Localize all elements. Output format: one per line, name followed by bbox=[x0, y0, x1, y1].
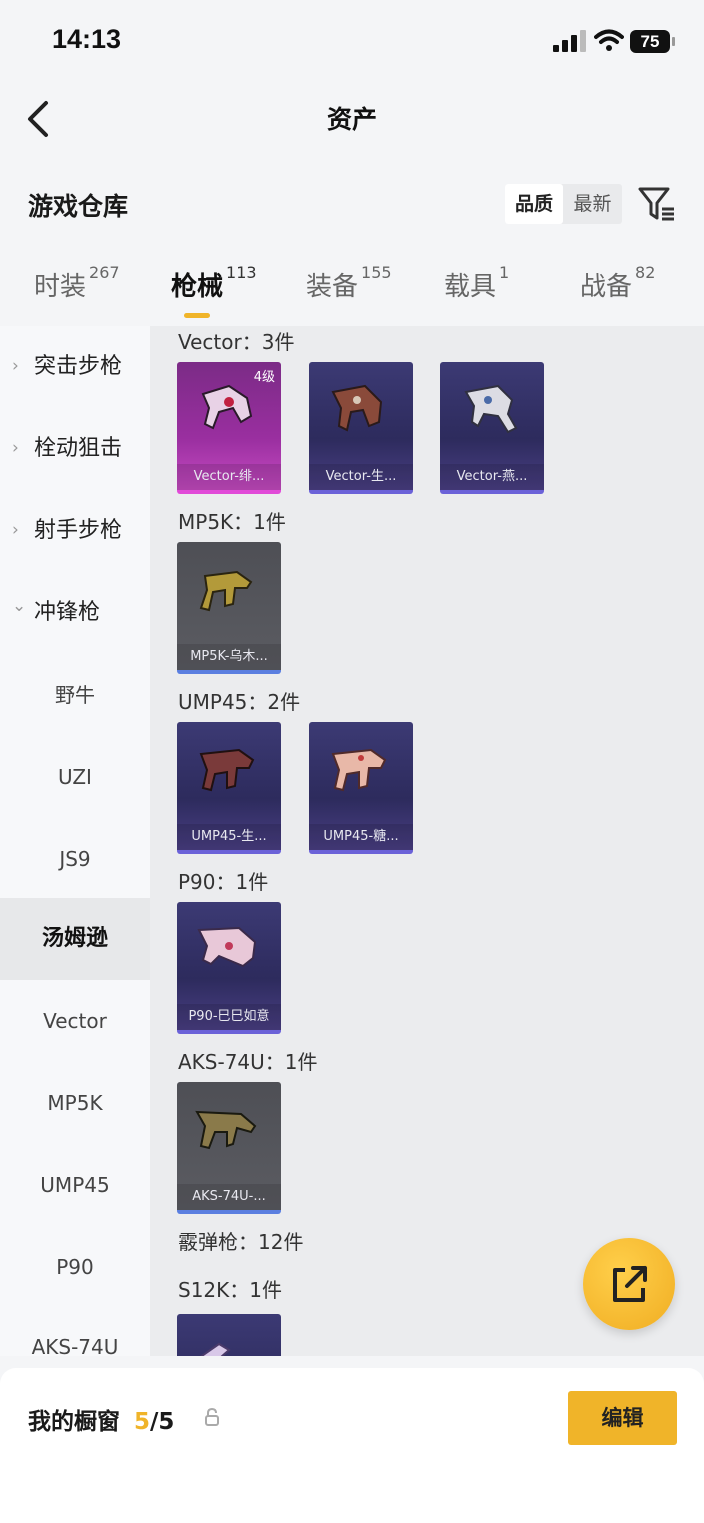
sidebar-subitem-selected[interactable]: 汤姆逊 bbox=[0, 898, 150, 980]
item-card[interactable]: P90-巳巳如意 bbox=[177, 902, 281, 1034]
sidebar-subitem[interactable]: AKS-74U bbox=[0, 1306, 150, 1356]
battery-level: 75 bbox=[640, 32, 660, 51]
sidebar-subitem[interactable]: Vector bbox=[0, 980, 150, 1062]
sort-latest-button[interactable]: 最新 bbox=[563, 184, 622, 224]
item-card[interactable]: UMP45-生... bbox=[177, 722, 281, 854]
smg-skin-icon bbox=[199, 570, 253, 612]
sidebar-subitem[interactable]: JS9 bbox=[0, 818, 150, 900]
item-name: P90-巳巳如意 bbox=[177, 1004, 281, 1030]
tab-count: 113 bbox=[226, 263, 257, 282]
share-icon bbox=[613, 1266, 647, 1302]
tab-count: 267 bbox=[89, 263, 120, 282]
share-button[interactable] bbox=[583, 1238, 675, 1330]
item-card[interactable]: 4级 Vector-绯... bbox=[177, 362, 281, 494]
sidebar-subitem[interactable]: UMP45 bbox=[0, 1144, 150, 1226]
chevron-right-icon: › bbox=[12, 438, 19, 458]
tab-count: 155 bbox=[361, 263, 392, 282]
showcase-total: /5 bbox=[150, 1409, 175, 1435]
group-title: AKS-74U：1件 bbox=[178, 1050, 318, 1074]
sidebar-item-label: 射手步枪 bbox=[34, 518, 123, 543]
group-title: S12K：1件 bbox=[178, 1278, 282, 1302]
active-tab-indicator bbox=[184, 313, 210, 318]
smg-skin-icon bbox=[331, 384, 383, 432]
sidebar-subitem[interactable]: MP5K bbox=[0, 1062, 150, 1144]
lock-icon[interactable] bbox=[203, 1407, 221, 1427]
tab-count: 1 bbox=[499, 263, 510, 282]
tab-label: 载具 bbox=[444, 272, 497, 302]
sort-quality-button[interactable]: 品质 bbox=[505, 184, 563, 224]
tab-label: 时装 bbox=[34, 272, 87, 302]
smg-skin-icon bbox=[331, 748, 387, 792]
tab-vehicles[interactable]: 载具 1 bbox=[444, 263, 510, 303]
smg-skin-icon bbox=[197, 926, 257, 968]
tab-label: 枪械 bbox=[171, 272, 224, 302]
sidebar-item-marksman-rifle[interactable]: › 射手步枪 bbox=[0, 490, 150, 571]
sidebar-subitem[interactable]: UZI bbox=[0, 736, 150, 818]
tab-equipment[interactable]: 装备 155 bbox=[306, 263, 392, 303]
item-card[interactable]: Vector-燕... bbox=[440, 362, 544, 494]
status-time: 14:13 bbox=[52, 24, 122, 54]
section-title: 游戏仓库 bbox=[28, 192, 129, 221]
tab-count: 82 bbox=[635, 263, 656, 282]
showcase-title: 我的橱窗 bbox=[28, 1409, 120, 1435]
group-title: MP5K：1件 bbox=[178, 510, 286, 534]
showcase-count: 5 bbox=[134, 1409, 151, 1435]
sidebar-item-label: 突击步枪 bbox=[34, 354, 123, 379]
chevron-down-icon: ⌄ bbox=[12, 596, 27, 616]
item-name: UMP45-生... bbox=[177, 824, 281, 850]
item-name: Vector-燕... bbox=[440, 464, 544, 490]
sidebar-subitem[interactable]: P90 bbox=[0, 1226, 150, 1308]
item-name: UMP45-糖... bbox=[309, 824, 413, 850]
category-sidebar: › 突击步枪 › 栓动狙击 › 射手步枪 ⌄ 冲锋枪 野牛 UZI JS9 汤姆… bbox=[0, 326, 150, 1356]
rifle-skin-icon bbox=[195, 1110, 257, 1150]
sidebar-item-label: 冲锋枪 bbox=[34, 600, 101, 625]
tab-fashion[interactable]: 时装 267 bbox=[34, 263, 120, 303]
level-badge: 4级 bbox=[253, 370, 275, 385]
page-title: 资产 bbox=[326, 105, 377, 134]
item-name: AKS-74U-... bbox=[177, 1184, 281, 1210]
sidebar-item-smg[interactable]: ⌄ 冲锋枪 bbox=[0, 572, 150, 653]
showcase-label: 我的橱窗 5/5 bbox=[28, 1402, 174, 1436]
item-card[interactable] bbox=[177, 1314, 281, 1356]
item-card[interactable]: AKS-74U-... bbox=[177, 1082, 281, 1214]
item-card[interactable]: MP5K-乌木... bbox=[177, 542, 281, 674]
chevron-right-icon: › bbox=[12, 356, 19, 376]
tab-supplies[interactable]: 战备 82 bbox=[580, 263, 656, 303]
sidebar-item-bolt-sniper[interactable]: › 栓动狙击 bbox=[0, 408, 150, 489]
item-name: Vector-绯... bbox=[177, 464, 281, 490]
group-title: P90：1件 bbox=[178, 870, 269, 894]
back-arrow-icon[interactable] bbox=[24, 100, 54, 138]
group-title: Vector：3件 bbox=[178, 330, 295, 354]
group-title: UMP45：2件 bbox=[178, 690, 301, 714]
item-name: Vector-生... bbox=[309, 464, 413, 490]
sidebar-subitem[interactable]: 野牛 bbox=[0, 654, 150, 736]
group-title: 霰弹枪：12件 bbox=[178, 1230, 304, 1254]
item-card[interactable]: UMP45-糖... bbox=[309, 722, 413, 854]
sidebar-item-label: 栓动狙击 bbox=[34, 436, 123, 461]
tab-firearms[interactable]: 枪械 113 bbox=[171, 263, 257, 303]
wifi-icon bbox=[594, 29, 624, 51]
smg-skin-icon bbox=[199, 748, 255, 792]
item-grid: Vector：3件 4级 Vector-绯... Vector-生... Vec… bbox=[150, 326, 704, 1356]
tab-label: 装备 bbox=[306, 272, 359, 302]
sidebar-item-assault-rifle[interactable]: › 突击步枪 bbox=[0, 326, 150, 407]
battery-icon: 75 bbox=[630, 30, 676, 53]
item-card[interactable]: Vector-生... bbox=[309, 362, 413, 494]
filter-icon[interactable] bbox=[638, 185, 676, 223]
edit-button[interactable]: 编辑 bbox=[568, 1391, 677, 1445]
item-name: MP5K-乌木... bbox=[177, 644, 281, 670]
cellular-signal-icon bbox=[553, 30, 586, 52]
shotgun-skin-icon bbox=[200, 1342, 231, 1356]
tab-label: 战备 bbox=[580, 272, 633, 302]
smg-skin-icon bbox=[464, 384, 518, 434]
chevron-right-icon: › bbox=[12, 520, 19, 540]
